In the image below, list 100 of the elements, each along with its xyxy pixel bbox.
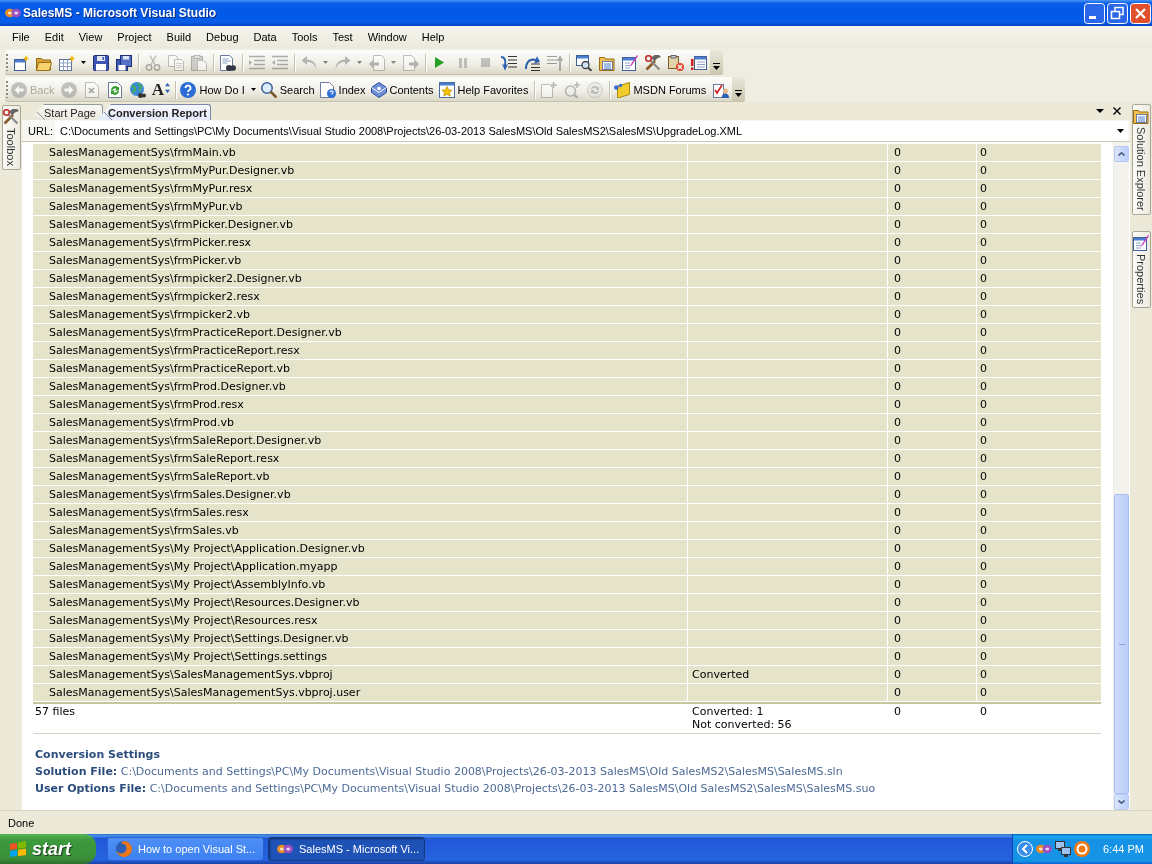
- table-cell: SalesManagementSys\frmPicker.vb: [33, 252, 687, 269]
- table-cell: 0: [977, 540, 1101, 557]
- table-cell: SalesManagementSys\My Project\Resources.Designer.vb: [33, 594, 687, 611]
- grid-sparkle-icon[interactable]: [58, 54, 75, 71]
- page-refresh-icon[interactable]: [106, 81, 123, 98]
- overflow-icon[interactable]: [713, 63, 720, 70]
- checklist-person-icon[interactable]: [712, 81, 729, 98]
- window-sparkle-icon[interactable]: [12, 54, 29, 71]
- scroll-up-button[interactable]: [1114, 146, 1129, 162]
- menu-item[interactable]: File: [5, 29, 37, 45]
- monitors-icon[interactable]: [1055, 841, 1071, 857]
- overflow-icon[interactable]: [735, 90, 743, 97]
- table-cell: 0: [888, 180, 976, 197]
- table-cell: 0: [888, 342, 976, 359]
- toolbar-button[interactable]: Search: [258, 78, 318, 101]
- table-cell: 0: [977, 234, 1101, 251]
- scroll-down-button[interactable]: [1114, 794, 1129, 810]
- table-cell: 0: [977, 432, 1101, 449]
- page-question-icon: [319, 81, 336, 98]
- menu-item[interactable]: Test: [325, 29, 360, 45]
- search-icon: [260, 81, 277, 98]
- table-cell: SalesManagementSys\frmPicker.Designer.vb: [33, 216, 687, 233]
- toolbar-button[interactable]: Contents: [368, 78, 437, 101]
- scrollbar[interactable]: [1113, 142, 1129, 810]
- window-magnifier-icon[interactable]: [575, 54, 592, 71]
- table-cell: 0: [888, 360, 976, 377]
- settings-line: User Options File: C:\Documents and Settings\PC\My Documents\Visual Studio 2008\Projects\26-03-2013 SalesMS\Old SalesMS2\SalesMS\SalesMS.suo: [35, 781, 877, 797]
- table-cell: 0: [977, 486, 1101, 503]
- play-icon[interactable]: [435, 57, 444, 68]
- menu-item[interactable]: Project: [110, 29, 159, 45]
- minimize-icon[interactable]: [1084, 2, 1105, 24]
- table-cell: 0: [888, 486, 976, 503]
- table-cell: 0: [977, 558, 1101, 575]
- table-cell: SalesManagementSys\frmPracticeReport.Designer.vb: [33, 324, 687, 341]
- toolbar-button[interactable]: Index: [317, 78, 369, 101]
- toolbar-button[interactable]: A: [149, 78, 173, 101]
- start-button[interactable]: start: [0, 834, 96, 864]
- menu-item[interactable]: Help: [414, 29, 452, 45]
- menu-item[interactable]: Debug: [199, 29, 246, 45]
- table-cell: 0: [888, 234, 976, 251]
- document-tab[interactable]: Conversion Report: [97, 104, 211, 120]
- menu-item[interactable]: Build: [159, 29, 199, 45]
- table-cell: 0: [888, 144, 976, 161]
- side-tab[interactable]: Toolbox: [1, 105, 21, 170]
- toolbar-button[interactable]: How Do I: [178, 78, 248, 101]
- table-cell: SalesManagementSys\frmpicker2.Designer.vb: [33, 270, 687, 287]
- menu-item[interactable]: Data: [246, 29, 284, 45]
- table-cell: 0: [977, 468, 1101, 485]
- chevron-down-icon: [1118, 800, 1125, 804]
- table-cell: SalesManagementSys\frmMain.vb: [33, 144, 687, 161]
- table-cell: 0: [977, 306, 1101, 323]
- table-cell: 0: [888, 648, 976, 665]
- table-cell: SalesManagementSys\SalesManagementSys.vbproj.user: [33, 684, 687, 701]
- document-tab[interactable]: Start Page: [30, 104, 103, 120]
- table-cell: 0: [977, 324, 1101, 341]
- help-icon: [180, 81, 197, 98]
- chevron-up-icon: [1118, 152, 1125, 156]
- side-tab[interactable]: Properties: [1131, 230, 1151, 308]
- folder-list-icon[interactable]: [598, 54, 615, 71]
- table-cell: SalesManagementSys\My Project\Settings.settings: [33, 648, 687, 665]
- table-cell: SalesManagementSys\frmPracticeReport.resx: [33, 342, 687, 359]
- menu-item[interactable]: View: [71, 29, 110, 45]
- restore-icon[interactable]: [1107, 2, 1128, 24]
- caret-icon[interactable]: [1117, 128, 1124, 133]
- table-cell: SalesManagementSys\My Project\Application.Designer.vb: [33, 540, 687, 557]
- globe-binoculars-icon[interactable]: [129, 81, 146, 98]
- menu-item[interactable]: Edit: [37, 29, 71, 45]
- scrollbar-thumb[interactable]: [1114, 494, 1129, 794]
- table-cell: SalesManagementSys\My Project\Resources.resx: [33, 612, 687, 629]
- floppy-disks-icon[interactable]: [115, 54, 132, 71]
- table-cell: 0: [977, 576, 1101, 593]
- table-cell: SalesManagementSys\frmpicker2.vb: [33, 306, 687, 323]
- menu-item[interactable]: Window: [360, 29, 414, 45]
- table-cell: 0: [977, 360, 1101, 377]
- status-text: Done: [8, 816, 35, 829]
- table-cell: 0: [977, 594, 1101, 611]
- table-cell: 0: [977, 378, 1101, 395]
- table-cell: 0: [888, 396, 976, 413]
- table-cell: SalesManagementSys\SalesManagementSys.vbproj: [33, 666, 687, 683]
- menu-item[interactable]: Tools: [284, 29, 325, 45]
- ring-icon[interactable]: [1074, 841, 1090, 857]
- side-tab[interactable]: Solution Explorer: [1131, 104, 1151, 215]
- taskbar-button[interactable]: SalesMS - Microsoft Vi...: [268, 837, 425, 861]
- url-field[interactable]: C:\Documents and Settings\PC\My Documents\Visual Studio 2008\Projects\26-03-2013 SalesMS\Old SalesMS2\SalesMS\UpgradeLog.XML: [55, 120, 1128, 141]
- step-into-arrow-icon[interactable]: [500, 54, 517, 71]
- window-alert-icon[interactable]: [690, 54, 707, 71]
- clipboard-error-icon[interactable]: [667, 54, 684, 71]
- caret-icon[interactable]: [81, 61, 86, 64]
- hammer-wrench-icon: [3, 109, 19, 125]
- table-cell: SalesManagementSys\frmPracticeReport.vb: [33, 360, 687, 377]
- toolbar-button[interactable]: Help Favorites: [436, 78, 532, 101]
- chevron-left-icon[interactable]: [1017, 841, 1033, 857]
- toolbar-button[interactable]: MSDN Forums: [612, 78, 710, 101]
- close-icon[interactable]: [1113, 107, 1121, 115]
- step-over-arrow-icon[interactable]: [523, 54, 540, 71]
- caret-icon[interactable]: [1096, 109, 1104, 113]
- caret-icon[interactable]: [250, 88, 256, 91]
- page-binoculars-icon[interactable]: [219, 54, 236, 71]
- window-pencil-icon[interactable]: [621, 54, 638, 71]
- hammer-wrench-icon[interactable]: [644, 54, 661, 71]
